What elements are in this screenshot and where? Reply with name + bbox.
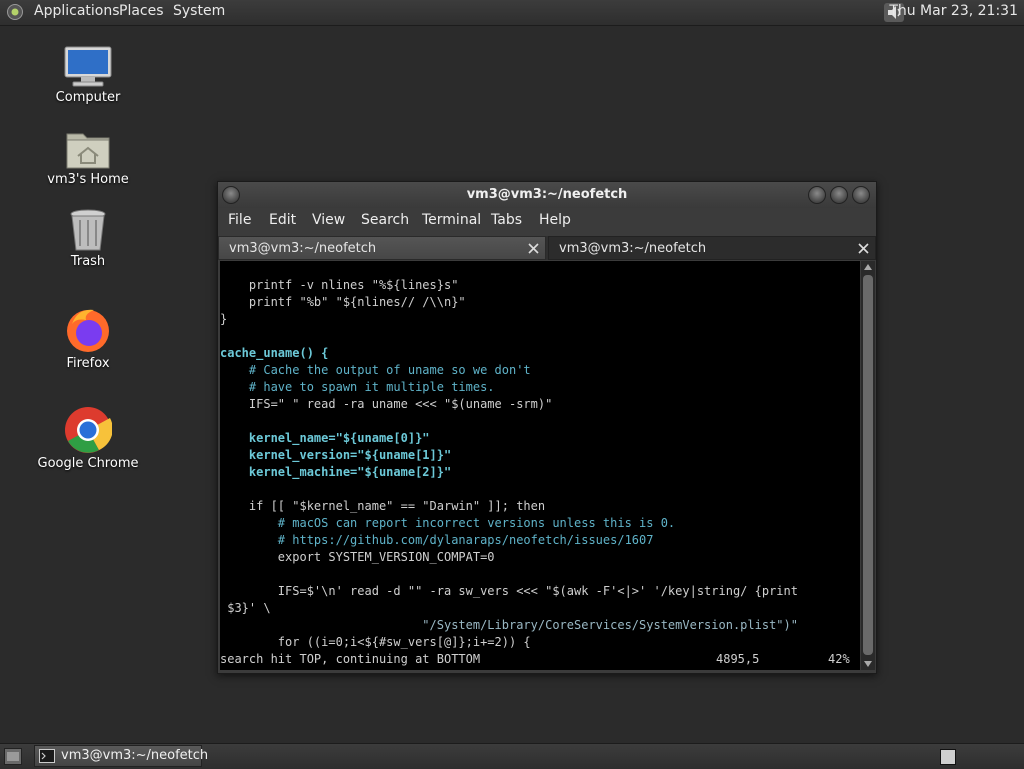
terminal-line: export SYSTEM_VERSION_COMPAT=0 bbox=[220, 550, 495, 564]
terminal-line: # macOS can report incorrect versions un… bbox=[220, 516, 676, 530]
workspace-switcher[interactable] bbox=[940, 749, 956, 765]
bottom-panel: vm3@vm3:~/neofetch bbox=[0, 743, 1024, 769]
terminal-line: kernel_machine="${uname[2]}" bbox=[220, 465, 452, 479]
terminal-line: kernel_name="${uname[0]}" bbox=[220, 431, 430, 445]
scroll-up-icon[interactable] bbox=[863, 263, 873, 271]
show-desktop-icon[interactable] bbox=[4, 748, 22, 765]
cursor-position: 4895,5 bbox=[716, 652, 760, 666]
top-panel: Applications Places System Thu Mar 23, 2… bbox=[0, 0, 1024, 26]
terminal-line: $3}' \ bbox=[220, 601, 271, 615]
computer-icon bbox=[64, 46, 112, 87]
taskbar-terminal-button[interactable]: vm3@vm3:~/neofetch bbox=[34, 745, 208, 767]
terminal-content[interactable]: printf -v nlines "%${lines}s" printf "%b… bbox=[220, 261, 860, 670]
minimize-button[interactable] bbox=[808, 186, 826, 204]
desktop-icon-label: Firefox bbox=[66, 356, 110, 371]
chrome-icon bbox=[65, 407, 112, 453]
menu-edit[interactable]: Edit bbox=[269, 212, 296, 228]
scroll-percent: 42% bbox=[828, 652, 850, 666]
tab-bar: vm3@vm3:~/neofetch vm3@vm3:~/neofetch bbox=[218, 236, 876, 260]
terminal-line: IFS=" " read -ra uname <<< "$(uname -srm… bbox=[220, 397, 553, 411]
terminal-line: if [[ "$kernel_name" == "Darwin" ]]; the… bbox=[220, 499, 546, 513]
menu-applications[interactable]: Applications bbox=[34, 3, 120, 19]
terminal-line: printf -v nlines "%${lines}s" bbox=[220, 278, 459, 292]
tab-label: vm3@vm3:~/neofetch bbox=[559, 241, 707, 256]
desktop-icon-computer[interactable]: Computer bbox=[28, 46, 148, 105]
scroll-thumb[interactable] bbox=[863, 275, 873, 655]
terminal-scrollbar[interactable] bbox=[861, 261, 875, 670]
close-icon[interactable] bbox=[528, 243, 539, 254]
scroll-down-icon[interactable] bbox=[863, 660, 873, 668]
terminal-line: cache_uname() { bbox=[220, 346, 329, 360]
menu-tabs[interactable]: Tabs bbox=[491, 212, 522, 228]
menu-system[interactable]: System bbox=[173, 3, 225, 19]
tab-2[interactable]: vm3@vm3:~/neofetch bbox=[548, 236, 876, 260]
terminal-line: kernel_version="${uname[1]}" bbox=[220, 448, 452, 462]
terminal-line: "/System/Library/CoreServices/SystemVers… bbox=[220, 618, 798, 632]
desktop-icon-label: Google Chrome bbox=[37, 456, 139, 471]
desktop-icon-trash[interactable]: Trash bbox=[28, 208, 148, 269]
close-icon[interactable] bbox=[858, 243, 869, 254]
terminal-line: for ((i=0;i<${#sw_vers[@]};i+=2)) { bbox=[220, 635, 531, 649]
window-title: vm3@vm3:~/neofetch bbox=[466, 187, 628, 202]
tab-label: vm3@vm3:~/neofetch bbox=[229, 241, 377, 256]
terminal-line: IFS=$'\n' read -d "" -ra sw_vers <<< "$(… bbox=[220, 584, 798, 598]
maximize-button[interactable] bbox=[830, 186, 848, 204]
terminal-line: # have to spawn it multiple times. bbox=[220, 380, 495, 394]
menu-view[interactable]: View bbox=[312, 212, 345, 228]
menu-help[interactable]: Help bbox=[539, 212, 571, 228]
menu-terminal[interactable]: Terminal bbox=[422, 212, 481, 228]
desktop-icon-label: Trash bbox=[70, 254, 106, 269]
clock[interactable]: Thu Mar 23, 21:31 bbox=[889, 3, 1018, 19]
desktop-icon-label: Computer bbox=[55, 90, 121, 105]
terminal-line: # https://github.com/dylanaraps/neofetch… bbox=[220, 533, 654, 547]
home-folder-icon bbox=[66, 133, 110, 169]
menu-search[interactable]: Search bbox=[361, 212, 409, 228]
menu-file[interactable]: File bbox=[228, 212, 251, 228]
window-menu-button[interactable] bbox=[222, 186, 240, 204]
taskbar-label: vm3@vm3:~/neofetch bbox=[61, 748, 209, 763]
trash-icon bbox=[70, 209, 106, 251]
apps-icon[interactable] bbox=[6, 3, 24, 21]
firefox-icon bbox=[67, 309, 109, 352]
terminal-icon bbox=[39, 749, 55, 763]
desktop-icon-home[interactable]: vm3's Home bbox=[28, 128, 148, 187]
terminal-menubar: File Edit View Search Terminal Tabs Help bbox=[218, 208, 876, 233]
desktop-icon-firefox[interactable]: Firefox bbox=[28, 306, 148, 371]
desktop-icon-label: vm3's Home bbox=[47, 172, 129, 187]
tab-1[interactable]: vm3@vm3:~/neofetch bbox=[218, 236, 546, 260]
terminal-line: # Cache the output of uname so we don't bbox=[220, 363, 531, 377]
close-button[interactable] bbox=[852, 186, 870, 204]
status-message: search hit TOP, continuing at BOTTOM bbox=[220, 652, 481, 666]
terminal-window[interactable]: vm3@vm3:~/neofetch File Edit View Search… bbox=[217, 181, 877, 674]
terminal-line: } bbox=[220, 312, 228, 326]
desktop-icon-chrome[interactable]: Google Chrome bbox=[28, 406, 148, 471]
window-titlebar[interactable]: vm3@vm3:~/neofetch bbox=[218, 182, 876, 208]
terminal-line: printf "%b" "${nlines// /\\n}" bbox=[220, 295, 466, 309]
menu-places[interactable]: Places bbox=[119, 3, 164, 19]
